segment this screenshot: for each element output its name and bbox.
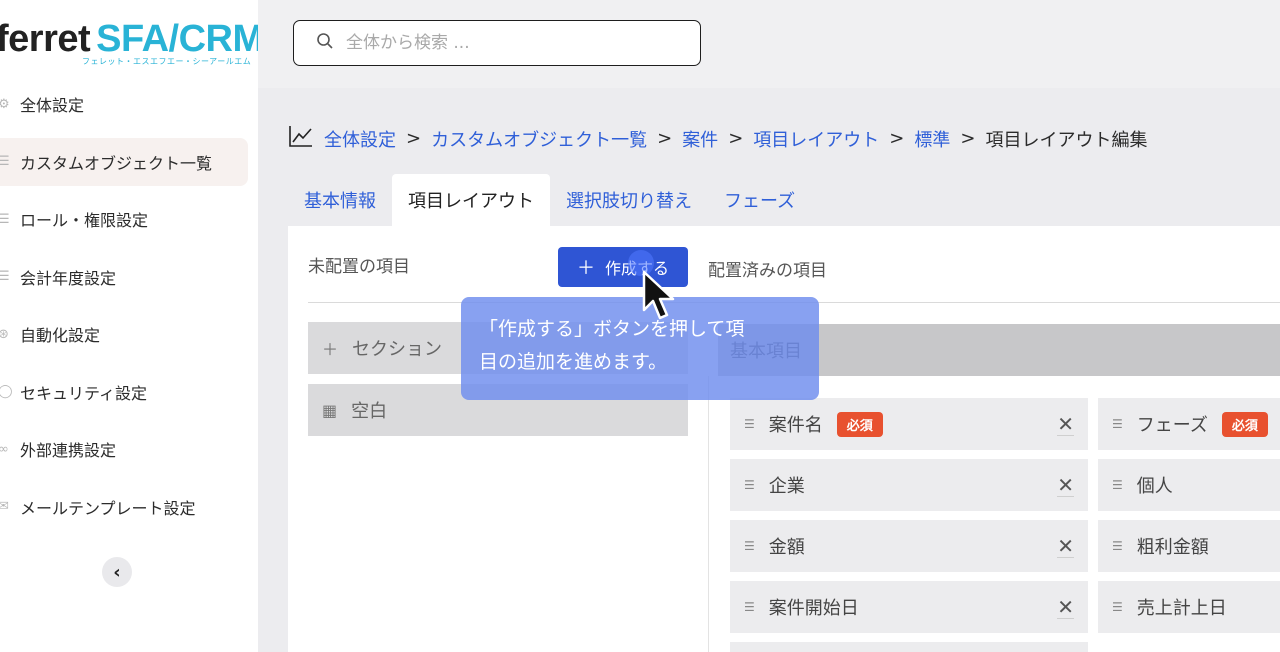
placed-items-title: 配置済みの項目 <box>708 261 827 281</box>
sidebar-item-roles[interactable]: ☰ ロール・権限設定 <box>0 195 248 243</box>
field-item[interactable]: ☰ 企業 ✕ <box>730 459 1088 511</box>
sidebar-item-label: 全体設定 <box>20 96 85 115</box>
tab-bar: 基本情報 項目レイアウト 選択肢切り替え フェーズ <box>288 174 811 226</box>
gear-icon: ⚙ <box>0 96 10 112</box>
field-label: 企業 <box>768 476 805 497</box>
breadcrumb-separator: > <box>406 128 422 149</box>
close-icon[interactable]: ✕ <box>1057 474 1074 497</box>
database-icon: ☰ <box>0 154 10 169</box>
logo-tagline: フェレット・エスエフエー・シーアールエム <box>82 57 252 66</box>
close-icon[interactable]: ✕ <box>1057 535 1074 558</box>
field-label: 金額 <box>768 537 805 558</box>
breadcrumb-link-custom-objects[interactable]: カスタムオブジェクト一覧 <box>431 126 647 152</box>
field-label: 売上計上日 <box>1136 598 1227 619</box>
sidebar-collapse-button[interactable]: ‹ <box>102 557 132 587</box>
sidebar-item-mail-templates[interactable]: ✉ メールテンプレート設定 <box>0 483 248 531</box>
mouse-pointer-icon <box>642 270 682 330</box>
field-label: 案件名 <box>768 415 823 436</box>
field-item[interactable]: ☰ 売上計上日 <box>1098 581 1280 633</box>
drag-handle-icon[interactable]: ☰ <box>1112 417 1123 431</box>
required-badge: 必須 <box>1221 411 1268 437</box>
logo[interactable]: ferret SFA/CRM フェレット・エスエフエー・シーアールエム <box>0 18 264 66</box>
search-box[interactable] <box>293 20 701 66</box>
breadcrumb: 全体設定 > カスタムオブジェクト一覧 > 案件 > 項目レイアウト > 標準 … <box>288 124 1147 153</box>
drag-handle-icon[interactable]: ☰ <box>744 417 755 431</box>
breadcrumb-link-standard[interactable]: 標準 <box>914 126 950 152</box>
drag-handle-icon[interactable]: ☰ <box>1112 478 1123 492</box>
sidebar-item-label: メールテンプレート設定 <box>20 498 196 518</box>
sidebar-item-label: カスタムオブジェクト一覧 <box>20 153 213 173</box>
unplaced-items-title: 未配置の項目 <box>308 257 410 277</box>
mail-icon: ✉ <box>0 499 9 514</box>
shield-icon: ◯ <box>0 384 13 399</box>
plus-icon: ＋ <box>322 340 339 359</box>
sidebar-item-label: ロール・権限設定 <box>20 211 149 230</box>
drag-handle-icon[interactable]: ☰ <box>744 600 755 614</box>
logo-text-ferret: ferret <box>0 18 91 60</box>
unplaced-item-label: 空白 <box>351 401 388 422</box>
sidebar-item-label: 会計年度設定 <box>20 268 117 288</box>
tab-basic-info[interactable]: 基本情報 <box>288 174 392 226</box>
drag-handle-icon[interactable]: ☰ <box>744 478 755 492</box>
breadcrumb-separator: > <box>889 128 905 149</box>
breadcrumb-separator: > <box>657 128 673 149</box>
drag-handle-icon[interactable]: ☰ <box>1112 600 1123 614</box>
sidebar-item-general[interactable]: ⚙ 全体設定 <box>0 80 248 128</box>
layout-panel: 未配置の項目 ＋ 作成する 配置済みの項目 ＋ セクション ▦ 空白 基本項目 … <box>288 226 1280 652</box>
tooltip-line: 目の追加を進めます。 <box>479 351 668 373</box>
sidebar-item-custom-objects[interactable]: ☰ カスタムオブジェクト一覧 <box>0 137 248 186</box>
breadcrumb-separator: > <box>728 128 744 149</box>
close-icon[interactable]: ✕ <box>1057 413 1074 436</box>
sidebar-item-label: 自動化設定 <box>20 326 101 345</box>
database-icon: ☰ <box>0 211 10 227</box>
plus-icon: ＋ <box>576 258 595 279</box>
field-item[interactable]: ☰ 案件名 必須 ✕ <box>730 398 1088 450</box>
field-label: フェーズ <box>1136 415 1208 436</box>
breadcrumb-link-field-layout[interactable]: 項目レイアウト <box>753 126 879 152</box>
chart-line-icon <box>288 124 314 153</box>
required-badge: 必須 <box>836 411 883 437</box>
breadcrumb-current: 項目レイアウト編集 <box>985 129 1148 151</box>
grid-icon: ▦ <box>322 400 338 420</box>
sidebar-item-label: 外部連携設定 <box>20 441 117 460</box>
sidebar: ferret SFA/CRM フェレット・エスエフエー・シーアールエム ⚙ 全体設定… <box>0 0 264 652</box>
link-icon: ∞ <box>0 441 9 457</box>
search-icon <box>316 32 334 55</box>
field-item[interactable]: ☰ 粗利金額 <box>1098 520 1280 572</box>
top-bar <box>258 0 1280 88</box>
tab-field-layout[interactable]: 項目レイアウト <box>392 174 550 226</box>
breadcrumb-separator: > <box>960 128 976 149</box>
database-icon: ☰ <box>0 269 10 284</box>
logo-text-sfa: SFA/CRM <box>96 18 264 60</box>
sidebar-item-fiscal-year[interactable]: ☰ 会計年度設定 <box>0 253 248 301</box>
drag-handle-icon[interactable]: ☰ <box>744 539 755 553</box>
sidebar-nav: ⚙ 全体設定 ☰ カスタムオブジェクト一覧 ☰ ロール・権限設定 ☰ 会計年度設定 ⊛ 自… <box>0 80 258 540</box>
sidebar-item-automation[interactable]: ⊛ 自動化設定 <box>0 310 248 358</box>
tab-choice-switch[interactable]: 選択肢切り替え <box>550 174 708 226</box>
field-item[interactable]: ☰ 金額 ✕ <box>730 520 1088 572</box>
tab-phase[interactable]: フェーズ <box>708 174 811 226</box>
drag-handle-icon[interactable]: ☰ <box>1112 539 1123 553</box>
field-label: 案件開始日 <box>768 598 859 619</box>
breadcrumb-link-deal[interactable]: 案件 <box>682 126 718 152</box>
close-icon[interactable]: ✕ <box>1057 596 1074 619</box>
sidebar-item-security[interactable]: ◯ セキュリティ設定 <box>0 368 248 416</box>
field-item-partial[interactable] <box>730 642 1088 652</box>
field-label: 個人 <box>1136 476 1173 497</box>
unplaced-item-label: セクション <box>352 339 443 360</box>
sidebar-item-integrations[interactable]: ∞ 外部連携設定 <box>0 425 248 473</box>
search-input[interactable] <box>346 33 676 53</box>
tooltip-line: 「作成する」ボタンを押して項 <box>479 318 745 340</box>
field-label: 粗利金額 <box>1136 537 1209 558</box>
tutorial-tooltip: 「作成する」ボタンを押して項 目の追加を進めます。 <box>461 297 819 400</box>
chevron-left-icon: ‹ <box>113 561 121 583</box>
column-divider <box>708 376 709 652</box>
sidebar-item-label: セキュリティ設定 <box>20 383 148 403</box>
field-item[interactable]: ☰ 案件開始日 ✕ <box>730 581 1088 633</box>
field-item[interactable]: ☰ フェーズ 必須 <box>1098 398 1280 450</box>
field-item[interactable]: ☰ 個人 <box>1098 459 1280 511</box>
breadcrumb-link-general[interactable]: 全体設定 <box>324 126 396 152</box>
automation-icon: ⊛ <box>0 326 9 342</box>
